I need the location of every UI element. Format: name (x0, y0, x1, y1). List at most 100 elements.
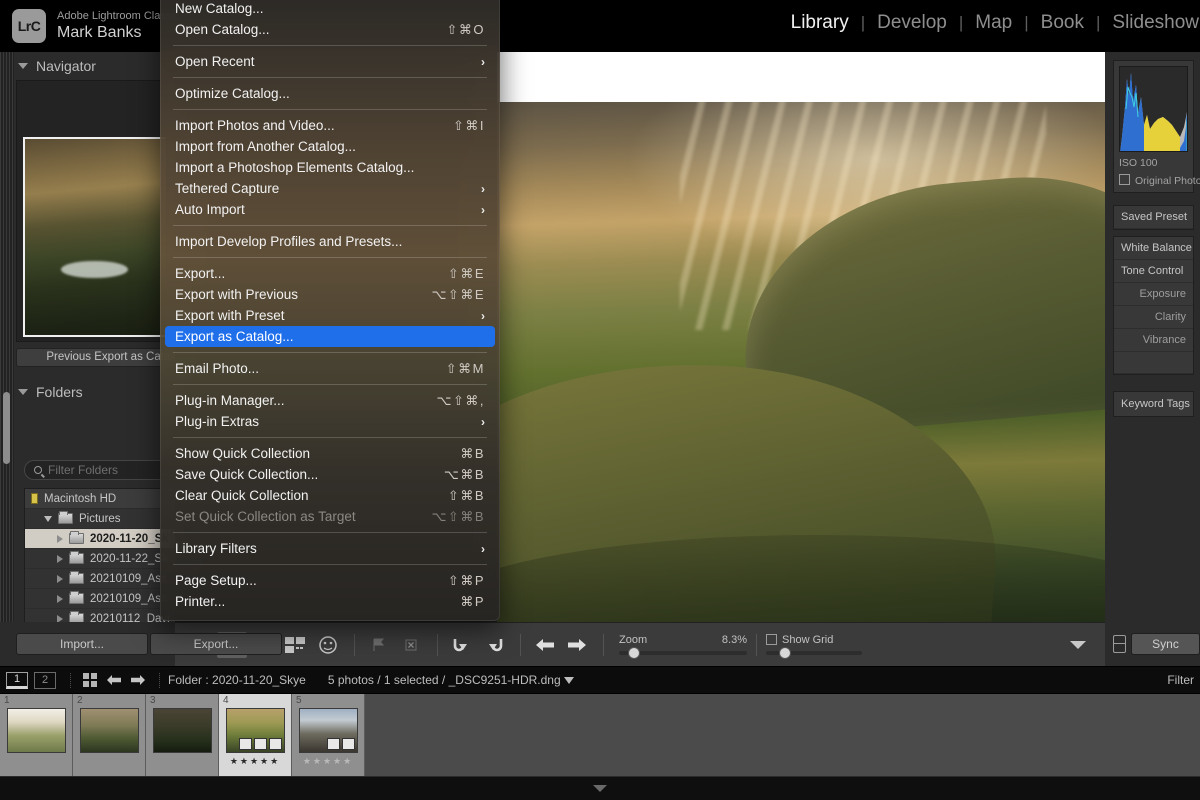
menu-item-tethered-capture[interactable]: Tethered Capture› (161, 178, 499, 199)
menu-item-save-quick-collection[interactable]: Save Quick Collection...⌥⌘B (161, 464, 499, 485)
thumbnail-image[interactable] (7, 708, 66, 753)
menu-item-plug-in-extras[interactable]: Plug-in Extras› (161, 411, 499, 432)
menu-item-open-recent[interactable]: Open Recent› (161, 51, 499, 72)
grid-size-slider-knob[interactable] (779, 647, 791, 659)
folders-header[interactable]: Folders (0, 378, 175, 406)
menu-item-new-catalog[interactable]: New Catalog... (161, 0, 499, 19)
menu-item-import-photos-and-video[interactable]: Import Photos and Video...⇧⌘I (161, 115, 499, 136)
filmstrip-thumbnail[interactable]: 1 (0, 694, 73, 776)
menu-item-library-filters[interactable]: Library Filters› (161, 538, 499, 559)
zoom-slider-group[interactable]: Zoom 8.3% (619, 634, 747, 655)
original-photo-checkbox[interactable] (1119, 174, 1130, 185)
export-button[interactable]: Export... (150, 633, 282, 655)
go-back-icon[interactable] (103, 671, 125, 689)
white-balance-row[interactable]: White Balance (1114, 237, 1193, 260)
keyword-tags-panel[interactable]: Keyword Tags (1113, 391, 1194, 417)
toolbar-options-chevron-icon[interactable] (1063, 632, 1093, 658)
menu-item-import-develop-profiles-and-presets[interactable]: Import Develop Profiles and Presets... (161, 231, 499, 252)
thumbnail-rating[interactable]: ★★★★★ (219, 756, 291, 767)
exposure-row[interactable]: Exposure (1114, 283, 1193, 306)
filmstrip-thumbnail[interactable]: 3 (146, 694, 219, 776)
develop-badge[interactable] (269, 738, 282, 750)
histogram-panel[interactable]: ISO 100 Original Photo (1113, 60, 1194, 193)
menu-item-export-with-previous[interactable]: Export with Previous⌥⇧⌘E (161, 284, 499, 305)
module-tab-book[interactable]: Book (1040, 12, 1085, 34)
rotate-left-icon[interactable] (447, 632, 477, 658)
module-tab-library[interactable]: Library (790, 12, 850, 34)
filmstrip-thumbnail[interactable]: 2 (73, 694, 146, 776)
menu-item-show-quick-collection[interactable]: Show Quick Collection⌘B (161, 443, 499, 464)
menu-item-import-from-another-catalog[interactable]: Import from Another Catalog... (161, 136, 499, 157)
zoom-slider-knob[interactable] (628, 647, 640, 659)
previous-photo-icon[interactable] (530, 632, 560, 658)
menu-item-export[interactable]: Export...⇧⌘E (161, 263, 499, 284)
show-grid-checkbox[interactable] (766, 634, 777, 645)
menu-item-printer[interactable]: Printer...⌘P (161, 591, 499, 612)
next-photo-icon[interactable] (562, 632, 592, 658)
menu-item-email-photo[interactable]: Email Photo...⇧⌘M (161, 358, 499, 379)
chevron-right-icon[interactable] (57, 555, 63, 563)
chevron-right-icon[interactable] (57, 575, 63, 583)
screen-1-button[interactable]: 1 (6, 672, 28, 689)
grid-size-slider-rail[interactable] (766, 651, 862, 655)
chevron-right-icon: › (481, 415, 485, 429)
flag-reject-icon[interactable] (396, 632, 426, 658)
filmstrip[interactable]: 1234★★★★★5★★★★★ (0, 694, 1200, 776)
menu-item-auto-import[interactable]: Auto Import› (161, 199, 499, 220)
screen-2-button[interactable]: 2 (34, 672, 56, 689)
crop-badge[interactable] (239, 738, 252, 750)
chevron-right-icon[interactable] (57, 535, 63, 543)
show-grid-group[interactable]: Show Grid (766, 634, 911, 655)
menu-item-shortcut: ⌥⇧⌘E (431, 287, 485, 303)
filmstrip-collapse-bar[interactable] (0, 776, 1200, 800)
selection-summary-label[interactable]: 5 photos / 1 selected / _DSC9251-HDR.dng (328, 673, 561, 687)
keyword-badge[interactable] (254, 738, 267, 750)
source-folder-label[interactable]: Folder : 2020-11-20_Skye (168, 673, 306, 687)
navigator-preview[interactable] (16, 80, 167, 342)
chevron-right-icon[interactable] (57, 595, 63, 603)
saved-preset-row[interactable]: Saved Preset (1114, 206, 1193, 229)
menu-item-plug-in-manager[interactable]: Plug-in Manager...⌥⇧⌘, (161, 390, 499, 411)
menu-item-open-catalog[interactable]: Open Catalog...⇧⌘O (161, 19, 499, 40)
thumbnail-image[interactable] (153, 708, 212, 753)
file-menu[interactable]: New Catalog...Open Catalog...⇧⌘O Open Rec… (160, 0, 500, 621)
original-photo-toggle[interactable]: Original Photo (1119, 174, 1188, 187)
filmstrip-thumbnail[interactable]: 5★★★★★ (292, 694, 365, 776)
module-tab-develop[interactable]: Develop (876, 12, 948, 34)
module-tab-slideshow[interactable]: Slideshow (1111, 12, 1200, 34)
left-panel-grip[interactable] (0, 52, 14, 666)
module-tab-map[interactable]: Map (974, 12, 1013, 34)
sync-toggle-icon[interactable] (1113, 635, 1126, 653)
filter-label[interactable]: Filter (1167, 673, 1194, 687)
loupe-photo[interactable] (497, 102, 1107, 672)
navigator-header[interactable]: Navigator (0, 52, 175, 80)
selection-dropdown-icon[interactable] (561, 672, 577, 688)
crop-badge[interactable] (327, 738, 340, 750)
folder-icon (69, 593, 84, 604)
chevron-down-icon[interactable] (44, 516, 52, 522)
rotate-right-icon[interactable] (479, 632, 509, 658)
grid-view-shortcut-icon[interactable] (79, 671, 101, 689)
zoom-slider-rail[interactable] (619, 651, 747, 655)
people-view-icon[interactable] (313, 632, 343, 658)
menu-item-import-a-photoshop-elements-catalog[interactable]: Import a Photoshop Elements Catalog... (161, 157, 499, 178)
left-panel-buttons: Import... (0, 622, 175, 666)
go-forward-icon[interactable] (127, 671, 149, 689)
thumbnail-rating[interactable]: ★★★★★ (292, 756, 364, 767)
vibrance-row[interactable]: Vibrance (1114, 329, 1193, 352)
menu-item-export-as-catalog[interactable]: Export as Catalog... (165, 326, 495, 347)
filmstrip-thumbnail[interactable]: 4★★★★★ (219, 694, 292, 776)
folder-label: 2020-11-20_Sk (90, 533, 169, 545)
thumbnail-image[interactable] (80, 708, 139, 753)
menu-item-export-with-preset[interactable]: Export with Preset› (161, 305, 499, 326)
tone-control-row[interactable]: Tone Control (1114, 260, 1193, 283)
import-button[interactable]: Import... (16, 633, 148, 655)
sync-button[interactable]: Sync (1131, 633, 1200, 655)
flag-pick-icon[interactable] (364, 632, 394, 658)
develop-badge[interactable] (342, 738, 355, 750)
chevron-down-icon[interactable] (593, 785, 607, 792)
menu-item-page-setup[interactable]: Page Setup...⇧⌘P (161, 570, 499, 591)
clarity-row[interactable]: Clarity (1114, 306, 1193, 329)
menu-item-clear-quick-collection[interactable]: Clear Quick Collection⇧⌘B (161, 485, 499, 506)
menu-item-optimize-catalog[interactable]: Optimize Catalog... (161, 83, 499, 104)
